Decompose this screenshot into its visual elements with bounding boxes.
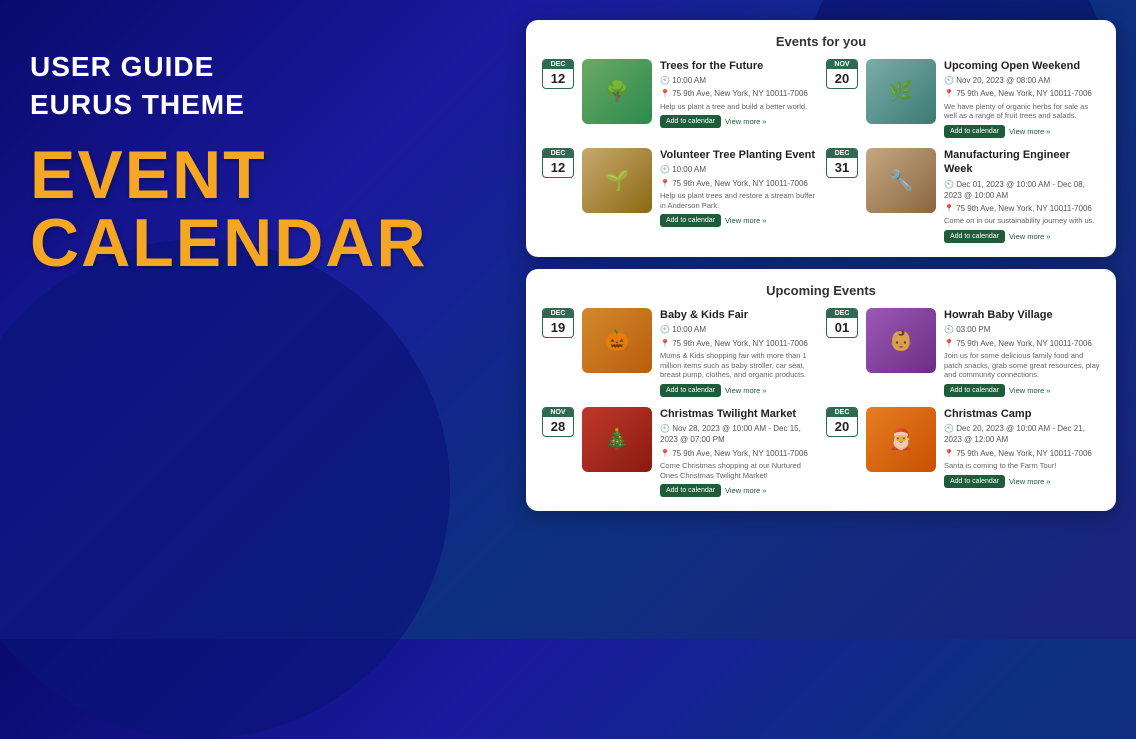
view-more-upcoming[interactable]: View more »: [1009, 127, 1051, 136]
widget1-events-grid: Dec 12 🌳 Trees for the Future 🕙 10:00 AM: [542, 59, 1100, 243]
event-thumb-upcoming: 🌿: [866, 59, 936, 124]
event-image-volunteer: 🌱: [582, 148, 652, 213]
right-panel: Events for you Dec 12 🌳 Trees for the Fu…: [526, 20, 1116, 523]
event-time-upcoming: 🕙 Nov 20, 2023 @ 08:00 AM: [944, 75, 1100, 86]
events-for-you-widget: Events for you Dec 12 🌳 Trees for the Fu…: [526, 20, 1116, 257]
event-loc-howrah: 📍 75 9th Ave, New York, NY 10011-7006: [944, 338, 1100, 349]
event-time-baby: 🕙 10:00 AM: [660, 324, 816, 335]
event-time-volunteer: 🕙 10:00 AM: [660, 164, 816, 175]
event-item-christmas-camp: Dec 20 🎅 Christmas Camp 🕙 Dec 20, 2023 @…: [826, 407, 1100, 497]
event-info-christmas-camp: Christmas Camp 🕙 Dec 20, 2023 @ 10:00 AM…: [944, 407, 1100, 488]
event-date-trees: Dec 12: [542, 59, 574, 89]
event-image-baby: 🎃: [582, 308, 652, 373]
event-calendar-label: EVENT CALENDAR: [30, 141, 460, 277]
event-info-christmas-twilight: Christmas Twilight Market 🕙 Nov 28, 2023…: [660, 407, 816, 497]
add-to-calendar-christmas-camp[interactable]: Add to calendar: [944, 475, 1005, 488]
user-guide-label: USER GUIDE: [30, 50, 460, 84]
event-item-trees: Dec 12 🌳 Trees for the Future 🕙 10:00 AM: [542, 59, 816, 138]
event-image-trees: 🌳: [582, 59, 652, 124]
event-image-christmas-twilight: 🎄: [582, 407, 652, 472]
upcoming-events-widget: Upcoming Events Dec 19 🎃 Baby & Kids Fai…: [526, 269, 1116, 511]
event-loc-upcoming: 📍 75 9th Ave, New York, NY 10011-7006: [944, 88, 1100, 99]
event-date-christmas-twilight: Nov 28: [542, 407, 574, 437]
event-time-manufacturing: 🕙 Dec 01, 2023 @ 10:00 AM - Dec 08, 2023…: [944, 179, 1100, 201]
add-to-calendar-trees[interactable]: Add to calendar: [660, 115, 721, 128]
event-time-christmas-twilight: 🕙 Nov 28, 2023 @ 10:00 AM - Dec 15, 2023…: [660, 423, 816, 445]
event-time-trees: 🕙 10:00 AM: [660, 75, 816, 86]
widget1-title: Events for you: [542, 34, 1100, 49]
view-more-baby[interactable]: View more »: [725, 386, 767, 395]
event-actions-baby: Add to calendar View more »: [660, 384, 816, 397]
event-info-howrah: Howrah Baby Village 🕙 03:00 PM 📍 75 9th …: [944, 308, 1100, 397]
view-more-trees[interactable]: View more »: [725, 117, 767, 126]
event-date-volunteer: Dec 12: [542, 148, 574, 178]
event-actions-upcoming: Add to calendar View more »: [944, 125, 1100, 138]
event-actions-christmas-twilight: Add to calendar View more »: [660, 484, 816, 497]
event-loc-christmas-twilight: 📍 75 9th Ave, New York, NY 10011-7006: [660, 448, 816, 459]
event-item-christmas-twilight: Nov 28 🎄 Christmas Twilight Market 🕙 Nov…: [542, 407, 816, 497]
event-image-howrah: 👶: [866, 308, 936, 373]
left-panel: USER GUIDE EURUS THEME EVENT CALENDAR: [30, 50, 460, 277]
event-thumb-howrah: 👶: [866, 308, 936, 373]
event-date-baby: Dec 19: [542, 308, 574, 338]
add-to-calendar-volunteer[interactable]: Add to calendar: [660, 214, 721, 227]
event-loc-trees: 📍 75 9th Ave, New York, NY 10011-7006: [660, 88, 816, 99]
add-to-calendar-christmas-twilight[interactable]: Add to calendar: [660, 484, 721, 497]
event-date-manufacturing: Dec 31: [826, 148, 858, 178]
event-thumb-baby: 🎃: [582, 308, 652, 373]
event-thumb-volunteer: 🌱: [582, 148, 652, 213]
event-time-howrah: 🕙 03:00 PM: [944, 324, 1100, 335]
event-actions-manufacturing: Add to calendar View more »: [944, 230, 1100, 243]
event-loc-manufacturing: 📍 75 9th Ave, New York, NY 10011-7006: [944, 203, 1100, 214]
event-actions-volunteer: Add to calendar View more »: [660, 214, 816, 227]
event-info-baby: Baby & Kids Fair 🕙 10:00 AM 📍 75 9th Ave…: [660, 308, 816, 397]
event-date-howrah: Dec 01: [826, 308, 858, 338]
event-item-howrah: Dec 01 👶 Howrah Baby Village 🕙 03:00 PM: [826, 308, 1100, 397]
event-time-christmas-camp: 🕙 Dec 20, 2023 @ 10:00 AM - Dec 21, 2023…: [944, 423, 1100, 445]
event-thumb-trees: 🌳: [582, 59, 652, 124]
event-info-trees: Trees for the Future 🕙 10:00 AM 📍 75 9th…: [660, 59, 816, 128]
eurus-theme-label: EURUS THEME: [30, 88, 460, 122]
widget2-title: Upcoming Events: [542, 283, 1100, 298]
event-actions-trees: Add to calendar View more »: [660, 115, 816, 128]
event-loc-volunteer: 📍 75 9th Ave, New York, NY 10011-7006: [660, 178, 816, 189]
add-to-calendar-upcoming[interactable]: Add to calendar: [944, 125, 1005, 138]
event-info-manufacturing: Manufacturing Engineer Week 🕙 Dec 01, 20…: [944, 148, 1100, 243]
view-more-manufacturing[interactable]: View more »: [1009, 232, 1051, 241]
event-thumb-christmas-twilight: 🎄: [582, 407, 652, 472]
event-actions-christmas-camp: Add to calendar View more »: [944, 475, 1100, 488]
event-image-christmas-camp: 🎅: [866, 407, 936, 472]
add-to-calendar-howrah[interactable]: Add to calendar: [944, 384, 1005, 397]
event-info-upcoming: Upcoming Open Weekend 🕙 Nov 20, 2023 @ 0…: [944, 59, 1100, 138]
event-loc-baby: 📍 75 9th Ave, New York, NY 10011-7006: [660, 338, 816, 349]
event-loc-christmas-camp: 📍 75 9th Ave, New York, NY 10011-7006: [944, 448, 1100, 459]
add-to-calendar-baby[interactable]: Add to calendar: [660, 384, 721, 397]
event-item-upcoming: Nov 20 🌿 Upcoming Open Weekend 🕙 Nov 20,…: [826, 59, 1100, 138]
event-info-volunteer: Volunteer Tree Planting Event 🕙 10:00 AM…: [660, 148, 816, 227]
event-date-christmas-camp: Dec 20: [826, 407, 858, 437]
event-item-baby: Dec 19 🎃 Baby & Kids Fair 🕙 10:00 AM �: [542, 308, 816, 397]
view-more-howrah[interactable]: View more »: [1009, 386, 1051, 395]
event-image-upcoming: 🌿: [866, 59, 936, 124]
event-date-upcoming: Nov 20: [826, 59, 858, 89]
bg-decoration-arc: [0, 239, 450, 739]
event-thumb-christmas-camp: 🎅: [866, 407, 936, 472]
event-item-volunteer: Dec 12 🌱 Volunteer Tree Planting Event 🕙…: [542, 148, 816, 243]
event-image-manufacturing: 🔧: [866, 148, 936, 213]
event-thumb-manufacturing: 🔧: [866, 148, 936, 213]
view-more-christmas-twilight[interactable]: View more »: [725, 486, 767, 495]
event-actions-howrah: Add to calendar View more »: [944, 384, 1100, 397]
add-to-calendar-manufacturing[interactable]: Add to calendar: [944, 230, 1005, 243]
widget2-events-grid: Dec 19 🎃 Baby & Kids Fair 🕙 10:00 AM �: [542, 308, 1100, 497]
event-item-manufacturing: Dec 31 🔧 Manufacturing Engineer Week 🕙 D…: [826, 148, 1100, 243]
view-more-christmas-camp[interactable]: View more »: [1009, 477, 1051, 486]
view-more-volunteer[interactable]: View more »: [725, 216, 767, 225]
